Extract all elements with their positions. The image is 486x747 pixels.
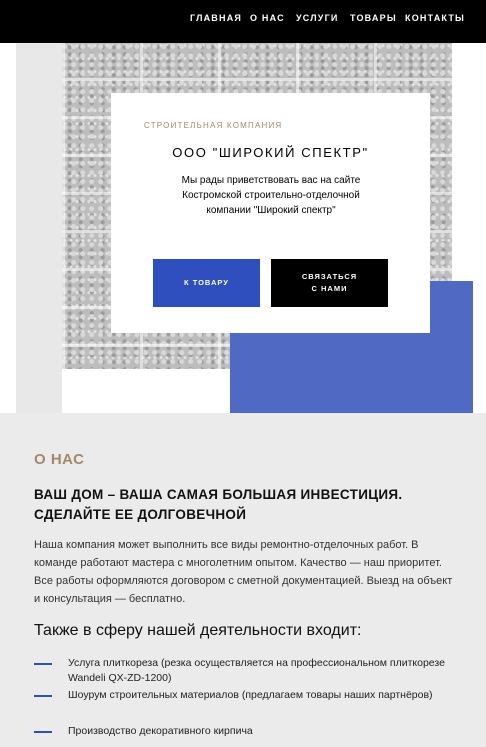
- top-navigation: ГЛАВНАЯ О НАС УСЛУГИ ТОВАРЫ КОНТАКТЫ: [0, 0, 486, 43]
- dash-icon: [34, 663, 52, 665]
- to-products-button[interactable]: К ТОВАРУ: [153, 259, 260, 307]
- about-heading: О НАС: [34, 451, 85, 468]
- activities-heading: Также в сферу нашей деятельности входит:: [34, 622, 362, 639]
- list-item-text: Производство декоративного кирпича: [68, 725, 253, 737]
- nav-item-home[interactable]: ГЛАВНАЯ: [190, 13, 242, 23]
- about-text: Наша компания может выполнить все виды р…: [34, 539, 453, 605]
- dash-icon: [34, 695, 52, 697]
- hero-side-strip: [16, 43, 62, 413]
- contact-us-button[interactable]: СВЯЗАТЬСЯ С НАМИ: [271, 259, 388, 307]
- dash-icon: [34, 731, 52, 733]
- nav-item-products[interactable]: ТОВАРЫ: [350, 13, 397, 23]
- list-item-text: Шоурум строительных материалов (предлага…: [68, 689, 433, 701]
- hero-title: ООО "ШИРОКИЙ СПЕКТР": [172, 145, 369, 160]
- nav-item-services[interactable]: УСЛУГИ: [296, 13, 339, 23]
- about-section: О НАС ВАШ ДОМ – ВАША САМАЯ БОЛЬШАЯ ИНВЕС…: [0, 413, 486, 747]
- list-item-text: Услуга плиткореза (резка осуществляется …: [68, 657, 445, 684]
- about-subheading: ВАШ ДОМ – ВАША САМАЯ БОЛЬШАЯ ИНВЕСТИЦИЯ.…: [34, 487, 403, 522]
- hero-eyebrow: СТРОИТЕЛЬНАЯ КОМПАНИЯ: [144, 121, 283, 130]
- hero-card: СТРОИТЕЛЬНАЯ КОМПАНИЯ ООО "ШИРОКИЙ СПЕКТ…: [111, 93, 430, 333]
- nav-item-contacts[interactable]: КОНТАКТЫ: [405, 13, 465, 23]
- nav-item-about[interactable]: О НАС: [250, 13, 285, 23]
- hero-text: Мы рады приветствовать вас на сайте Кост…: [181, 175, 361, 216]
